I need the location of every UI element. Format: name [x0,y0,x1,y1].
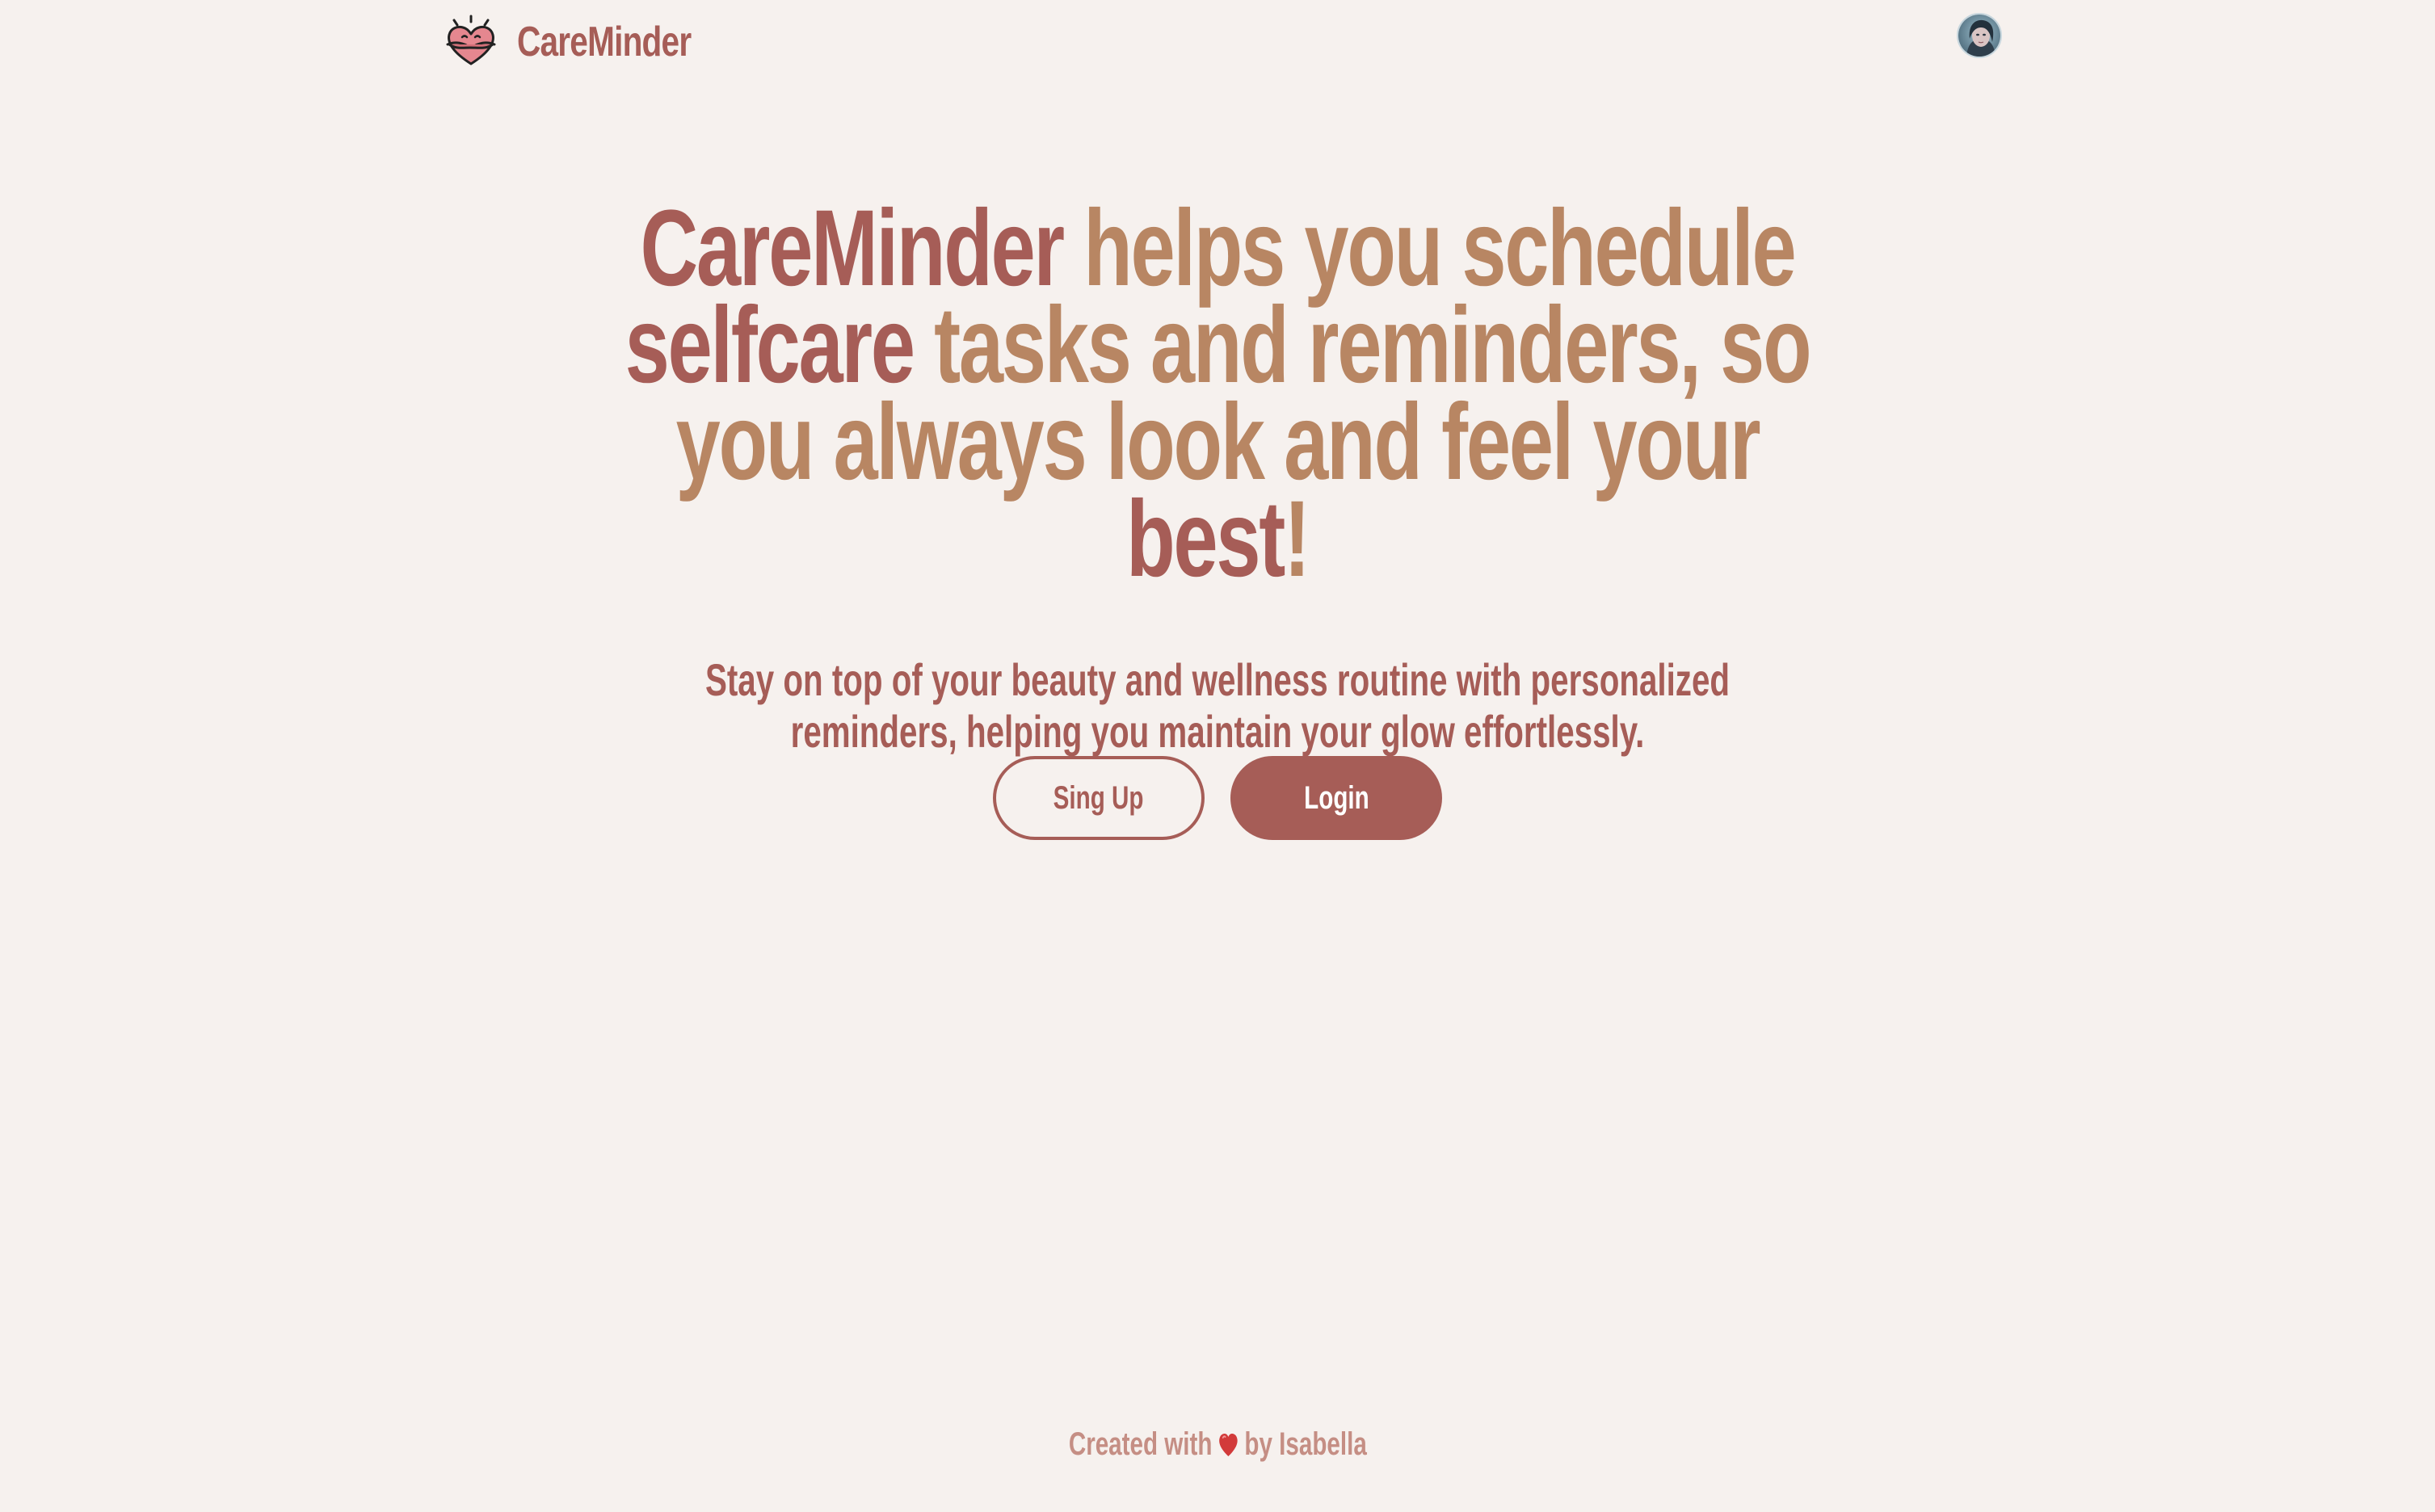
login-button-label: Login [1303,779,1369,816]
heart-hug-icon [446,15,496,65]
footer-suffix: by Isabella [1244,1426,1367,1462]
login-button[interactable]: Login [1230,756,1442,840]
headline-part: ! [1284,479,1310,599]
footer-prefix: Created with [1068,1426,1213,1462]
user-avatar[interactable] [1957,13,2002,58]
avatar-image [1958,15,2000,57]
headline-part: best [1126,479,1285,599]
signup-button-label: Sing Up [1053,779,1144,816]
brand-name: CareMinder [517,19,692,65]
hero-section: CareMinder helps you schedule selfcare t… [0,195,2435,758]
site-footer: Created with by Isabella [0,1426,2435,1463]
hero-subtext: Stay on top of your beauty and wellness … [704,654,1731,757]
heart-icon [1218,1433,1238,1456]
logo-link[interactable]: CareMinder [443,10,740,74]
site-header: CareMinder [443,10,2002,74]
signup-button[interactable]: Sing Up [993,756,1205,840]
hero-headline: CareMinder helps you schedule selfcare t… [620,195,1815,594]
auth-buttons: Sing Up Login [0,756,2435,840]
footer-credit: Created with by Isabella [1069,1426,1367,1463]
